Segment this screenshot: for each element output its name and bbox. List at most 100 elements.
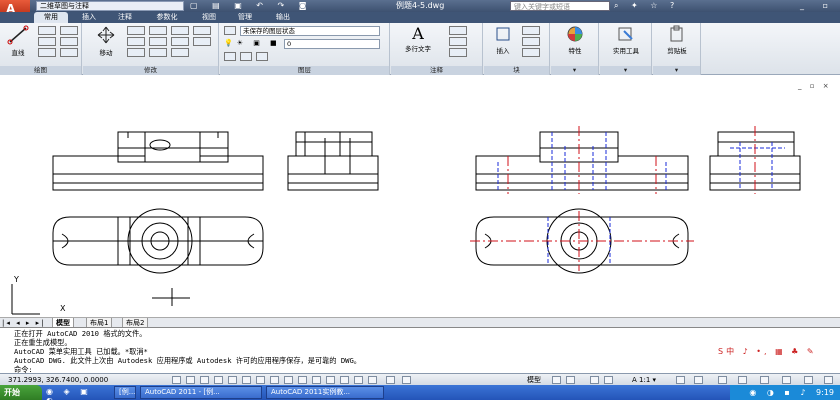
clock[interactable]: 9:19 [816,388,834,397]
quick-launch-icons[interactable]: ◉ ◈ ▣ ◐ [46,387,108,405]
3d-osnap-icon[interactable] [256,376,265,384]
ellipse-icon[interactable] [60,48,78,57]
snap-mode-icon[interactable] [186,376,195,384]
layer-match-icon[interactable] [240,52,252,61]
windows-taskbar: 开始 ◉ ◈ ▣ ◐ [例... AutoCAD 2011 - [例... Au… [0,385,840,405]
tab-output[interactable]: 输出 [264,12,302,23]
clean-screen-icon[interactable] [824,376,833,384]
tray-icons[interactable]: ◉ ◑ ▪ ♪ [749,388,816,397]
quick-properties-icon[interactable] [340,376,349,384]
model-space-canvas[interactable]: Y X [0,76,840,317]
command-window[interactable]: 正在打开 AutoCAD 2010 格式的文件。 正在重生成模型。 AutoCA… [0,327,840,374]
help-search-input[interactable]: 键入关键字或短语 [510,1,610,11]
dimension-icon[interactable] [449,26,467,35]
circle-icon[interactable] [38,37,56,46]
explode-icon[interactable] [193,26,211,35]
copy-icon[interactable] [127,37,145,46]
quick-access-toolbar[interactable]: ▢ ▤ ▣ ↶ ↷ ◙ [190,1,340,11]
layer-properties-icon[interactable] [224,26,236,35]
rotate-icon[interactable] [127,26,145,35]
ducs-icon[interactable] [284,376,293,384]
leader-icon[interactable] [449,37,467,46]
auto-scale-icon[interactable] [694,376,703,384]
status-menu-icon[interactable] [804,376,813,384]
fillet-icon[interactable] [171,37,189,46]
workspace-selector[interactable]: 二维草图与注释 [36,1,184,11]
draw-group-label[interactable]: 绘图 [0,66,81,75]
quick-view-drawings-icon[interactable] [566,376,575,384]
hidden-lines-front-right [497,132,667,190]
taskbar-item-tutorial[interactable]: AutoCAD 2011实例教... [266,386,384,399]
edit-block-icon[interactable] [522,37,540,46]
clipboard-button[interactable]: 剪贴板 [657,25,697,59]
clipboard-group-label[interactable]: ▾ [653,66,700,75]
scale-icon[interactable] [149,48,167,57]
model-toggle-icon[interactable] [402,376,411,384]
arc-icon[interactable] [38,48,56,57]
tab-view[interactable]: 视图 [192,12,226,23]
polar-tracking-icon[interactable] [228,376,237,384]
layer-state-dropdown[interactable]: 未保存的图层状态 [240,26,380,36]
insert-button[interactable]: 插入 [488,25,518,59]
object-snap-icon[interactable] [242,376,251,384]
ime-toolbar[interactable]: S中 ♪ •, ▦ ♣ ✎ [718,346,828,356]
tab-home[interactable]: 常用 [34,12,68,23]
utilities-group-label[interactable]: ▾ [600,66,651,75]
lineweight-icon[interactable] [312,376,321,384]
properties-group-label[interactable]: ▾ [551,66,598,75]
annotation-monitor-icon[interactable] [368,376,377,384]
tab-manage[interactable]: 管理 [228,12,262,23]
grid-display-icon[interactable] [200,376,209,384]
layer-state-icons[interactable]: 💡☀ ▣ ■ [224,39,282,49]
erase-icon[interactable] [171,26,189,35]
block-group-label[interactable]: 块 [484,66,549,75]
title-bar: 二维草图与注释 ▢ ▤ ▣ ↶ ↷ ◙ 例题4-5.dwg 键入关键字或短语 ⌕… [0,0,840,22]
quick-view-layouts-icon[interactable] [552,376,561,384]
help-toolbar-icons[interactable]: ⌕ ✦ ☆ ? [614,0,724,12]
start-button[interactable]: 开始 [0,385,42,400]
window-controls[interactable]: _ ▫ × [776,0,840,22]
ortho-mode-icon[interactable] [214,376,223,384]
tab-insert[interactable]: 插入 [72,12,106,23]
rectangle-icon[interactable] [60,26,78,35]
modify-group-label[interactable]: 修改 [83,66,218,75]
move-button[interactable]: 移动 [91,25,121,57]
layer-tool-icon[interactable] [224,52,236,61]
line-button[interactable]: 直线 [2,25,34,57]
table-icon[interactable] [449,48,467,57]
taskbar-item-autocad[interactable]: AutoCAD 2011 - [例... [140,386,262,399]
layers-group-label[interactable]: 图层 [220,66,389,75]
taskbar-item[interactable]: [例... [114,386,136,399]
polyline-icon[interactable] [38,26,56,35]
viewport-controls[interactable]: _ ▫ × [798,82,838,90]
annotation-group-label[interactable]: 注释 [391,66,482,75]
utilities-button[interactable]: 实用工具 [606,25,646,59]
lock-icon[interactable] [738,376,747,384]
annotation-visibility-icon[interactable] [676,376,685,384]
otrack-icon[interactable] [270,376,279,384]
mirror-icon[interactable] [149,37,167,46]
current-layer-dropdown[interactable]: 0 [284,39,380,49]
trim-icon[interactable] [149,26,167,35]
zoom-icon[interactable] [604,376,613,384]
stretch-icon[interactable] [127,48,145,57]
mtext-button[interactable]: A 多行文字 [397,25,439,59]
attribute-icon[interactable] [522,48,540,57]
tab-parametric[interactable]: 参数化 [146,12,188,23]
create-block-icon[interactable] [522,26,540,35]
pan-icon[interactable] [590,376,599,384]
isolate-objects-icon[interactable] [782,376,791,384]
dynamic-input-icon[interactable] [298,376,307,384]
layer-isolate-icon[interactable] [256,52,268,61]
tab-annotate[interactable]: 注释 [108,12,142,23]
transparency-icon[interactable] [326,376,335,384]
properties-button[interactable]: 特性 [557,25,593,59]
hardware-acceleration-icon[interactable] [760,376,769,384]
workspace-switching-icon[interactable] [718,376,727,384]
selection-cycling-icon[interactable] [354,376,363,384]
infer-constraints-icon[interactable] [172,376,181,384]
offset-icon[interactable] [193,37,211,46]
hatch-icon[interactable] [60,37,78,46]
array-icon[interactable] [171,48,189,57]
grid-icon[interactable] [386,376,395,384]
